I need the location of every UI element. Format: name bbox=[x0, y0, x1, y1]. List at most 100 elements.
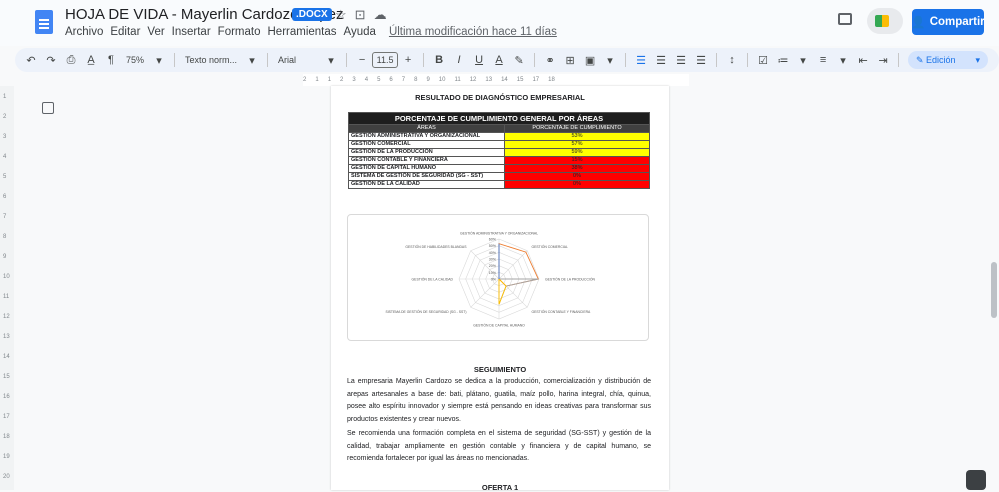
table-title: PORCENTAJE DE CUMPLIMIENTO GENERAL POR Á… bbox=[348, 112, 650, 125]
ruler-tick: 18 bbox=[548, 77, 555, 83]
area-cell: GESTIÓN DE CAPITAL HUMANO bbox=[348, 164, 505, 173]
title-bar: HOJA DE VIDA - Mayerlin Cardozo Yepez .D… bbox=[0, 0, 999, 46]
menu-formato[interactable]: Formato bbox=[218, 26, 261, 38]
menu-bar: Archivo Editar Ver Insertar Formato Herr… bbox=[65, 26, 557, 38]
document-outline-icon[interactable] bbox=[42, 102, 54, 114]
cloud-status-icon[interactable]: ☁ bbox=[374, 7, 395, 22]
last-modified-link[interactable]: Última modificación hace 11 días bbox=[389, 26, 557, 38]
highlight-icon[interactable]: ✎ bbox=[510, 50, 528, 70]
zoom-select[interactable]: 75% bbox=[122, 50, 148, 70]
area-cell: GESTIÓN COMERCIAL bbox=[348, 140, 505, 149]
paint-format-icon[interactable]: ¶ bbox=[102, 50, 120, 70]
ruler-tick: 16 bbox=[3, 394, 10, 400]
category-label: SISTEMA DE GESTIÓN DE SEGURIDAD (SG - SS… bbox=[385, 309, 466, 314]
line-spacing-icon[interactable]: ↕ bbox=[723, 50, 741, 70]
spellcheck-icon[interactable]: A̲ bbox=[82, 50, 100, 70]
menu-herramientas[interactable]: Herramientas bbox=[268, 26, 337, 38]
tick-label: 20% bbox=[489, 264, 497, 268]
menu-editar[interactable]: Editar bbox=[110, 26, 140, 38]
ruler-tick: 14 bbox=[3, 354, 10, 360]
italic-button[interactable]: I bbox=[450, 50, 468, 70]
ruler-tick: 1 bbox=[315, 77, 319, 83]
paragraph: Se recomienda una formación completa en … bbox=[347, 430, 651, 463]
table-row: GESTIÓN CONTABLE Y FINANCIERA 15% bbox=[348, 156, 650, 165]
link-icon[interactable]: ⚭ bbox=[541, 50, 559, 70]
explore-button[interactable] bbox=[966, 470, 986, 490]
tick-label: 40% bbox=[489, 251, 497, 255]
tick-label: 30% bbox=[489, 258, 497, 262]
chevron-down-icon[interactable]: ▾ bbox=[243, 50, 261, 70]
chevron-down-icon: ▾ bbox=[975, 54, 980, 65]
ruler-tick: 8 bbox=[3, 234, 7, 240]
table-row: GESTIÓN ADMINISTRATIVA Y ORGANIZACIONAL 5… bbox=[348, 132, 650, 141]
ruler-tick: 14 bbox=[501, 77, 508, 83]
move-icon[interactable]: ⊡ bbox=[355, 7, 374, 22]
chevron-down-icon[interactable]: ▾ bbox=[150, 50, 168, 70]
underline-button[interactable]: U bbox=[470, 50, 488, 70]
radar-chart[interactable]: 0% 10% 20% 30% 40% 50% 60% GESTIÓN ADMINISTRATI… bbox=[347, 214, 649, 341]
chevron-down-icon[interactable]: ▾ bbox=[601, 50, 619, 70]
ruler-tick: 10 bbox=[438, 77, 446, 83]
bullet-list-icon[interactable]: ≔ bbox=[774, 50, 792, 70]
bold-button[interactable]: B bbox=[430, 50, 448, 70]
scrollbar[interactable] bbox=[991, 262, 997, 318]
menu-archivo[interactable]: Archivo bbox=[65, 26, 103, 38]
ruler-tick: 5 bbox=[377, 77, 381, 83]
increase-font-icon[interactable]: + bbox=[399, 50, 417, 70]
docs-logo-icon[interactable] bbox=[35, 10, 53, 34]
font-size-input[interactable]: 11.5 bbox=[372, 52, 399, 68]
checklist-icon[interactable]: ☑ bbox=[754, 50, 772, 70]
menu-ayuda[interactable]: Ayuda bbox=[344, 26, 376, 38]
indent-increase-icon[interactable]: ⇥ bbox=[874, 50, 892, 70]
ruler-tick: 5 bbox=[3, 174, 7, 180]
ruler-tick: 9 bbox=[3, 254, 7, 260]
horizontal-ruler[interactable]: 2 1 1 2 3 4 5 6 7 8 9 10 11 12 13 14 15 17 18 bbox=[303, 74, 689, 86]
font-select[interactable]: Arial bbox=[274, 50, 320, 70]
percentage-cell: 59% bbox=[504, 148, 650, 157]
align-justify-icon[interactable]: ☰ bbox=[692, 50, 710, 70]
align-right-icon[interactable]: ☰ bbox=[672, 50, 690, 70]
menu-ver[interactable]: Ver bbox=[147, 26, 164, 38]
print-icon[interactable]: ⎙ bbox=[62, 50, 80, 70]
document-page[interactable]: RESULTADO DE DIAGNÓSTICO EMPRESARIAL POR… bbox=[331, 86, 669, 492]
align-left-icon[interactable]: ☰ bbox=[632, 50, 650, 70]
comment-add-icon[interactable]: ⊞ bbox=[561, 50, 579, 70]
ruler-tick: 17 bbox=[3, 414, 10, 420]
percentage-cell: 38% bbox=[504, 164, 650, 173]
star-icon[interactable]: ☆ bbox=[335, 7, 355, 22]
align-center-icon[interactable]: ☰ bbox=[652, 50, 670, 70]
numbered-list-icon[interactable]: ≡ bbox=[814, 50, 832, 70]
redo-icon[interactable]: ↷ bbox=[42, 50, 60, 70]
chevron-down-icon[interactable]: ▾ bbox=[834, 50, 852, 70]
indent-decrease-icon[interactable]: ⇤ bbox=[854, 50, 872, 70]
seguimiento-title: SEGUIMIENTO bbox=[473, 365, 527, 374]
percentage-cell: 0% bbox=[504, 172, 650, 181]
divider bbox=[534, 53, 536, 67]
table-header-area: ÁREAS bbox=[348, 124, 505, 133]
percentage-cell: 53% bbox=[504, 132, 650, 141]
ruler-tick: 6 bbox=[3, 194, 7, 200]
ruler-tick: 12 bbox=[3, 314, 10, 320]
text-color-button[interactable]: A bbox=[490, 50, 508, 70]
next-section-title: OFERTA 1 bbox=[481, 483, 519, 492]
image-icon[interactable]: ▣ bbox=[581, 50, 599, 70]
undo-icon[interactable]: ↶ bbox=[22, 50, 40, 70]
chevron-down-icon[interactable]: ▾ bbox=[322, 50, 340, 70]
comments-icon[interactable] bbox=[838, 13, 852, 25]
ruler-tick: 20 bbox=[3, 474, 10, 480]
editing-mode-select[interactable]: ✎ Edición ▾ bbox=[908, 51, 988, 69]
decrease-font-icon[interactable]: − bbox=[353, 50, 371, 70]
ruler-tick: 2 bbox=[303, 77, 307, 83]
area-cell: GESTIÓN ADMINISTRATIVA Y ORGANIZACIONAL bbox=[348, 132, 505, 141]
title-icons: ☆⊡☁ bbox=[335, 7, 395, 23]
menu-insertar[interactable]: Insertar bbox=[172, 26, 211, 38]
table-row: SISTEMA DE GESTIÓN DE SEGURIDAD (SG - SS… bbox=[348, 172, 650, 181]
style-select[interactable]: Texto norm... bbox=[181, 50, 241, 70]
section-heading: RESULTADO DE DIAGNÓSTICO EMPRESARIAL bbox=[415, 93, 585, 102]
chevron-down-icon[interactable]: ▾ bbox=[794, 50, 812, 70]
vertical-ruler[interactable]: 1 2 3 4 5 6 7 8 9 10 11 12 13 14 15 16 17 18 19 20 bbox=[0, 86, 14, 490]
ruler-tick: 15 bbox=[516, 77, 524, 83]
divider bbox=[174, 53, 176, 67]
meet-button[interactable] bbox=[867, 8, 903, 34]
share-button[interactable]: 👤 Compartir bbox=[911, 9, 985, 35]
